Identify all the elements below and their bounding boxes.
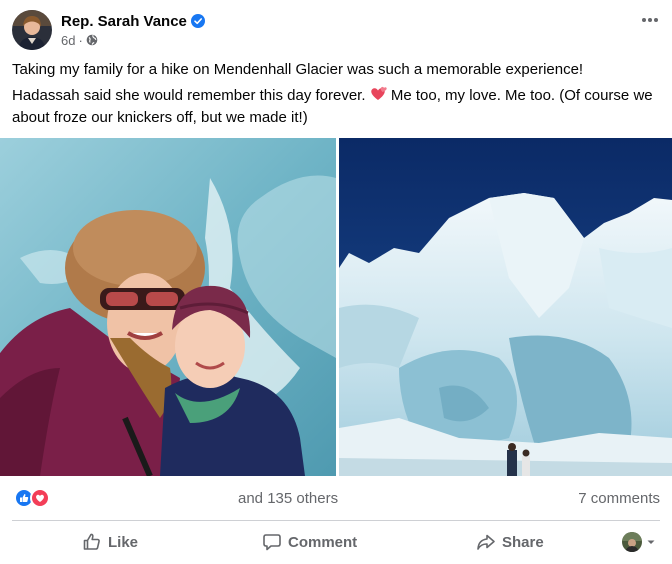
verified-badge-icon [190, 14, 205, 28]
globe-icon[interactable] [86, 34, 98, 46]
photo-glacier[interactable] [339, 138, 672, 476]
speech-bubble-icon [262, 532, 282, 552]
like-label: Like [108, 533, 139, 551]
post-subline: 6d · [61, 33, 205, 48]
reaction-icons[interactable] [14, 488, 50, 508]
more-options-icon[interactable] [640, 10, 660, 30]
action-bar: Like Comment Share [12, 524, 660, 560]
comment-count[interactable]: 7 comments [578, 490, 660, 507]
share-label: Share [502, 533, 544, 551]
chevron-down-icon [646, 537, 656, 547]
photo-grid [0, 138, 672, 476]
post-meta: Rep. Sarah Vance 6d · [61, 10, 205, 50]
divider [12, 520, 660, 521]
reactions-bar: and 135 others 7 comments [14, 486, 660, 510]
like-button[interactable]: Like [82, 525, 138, 559]
facebook-post: Rep. Sarah Vance 6d · Taking my family f… [0, 0, 672, 564]
post-timestamp[interactable]: 6d [61, 33, 75, 48]
author-row: Rep. Sarah Vance [61, 13, 205, 30]
share-button[interactable]: Share [476, 525, 544, 559]
photo-selfie[interactable] [0, 138, 336, 476]
post-text-span: Hadassah said she would remember this da… [12, 87, 366, 104]
profile-avatar [622, 532, 642, 552]
comment-button[interactable]: Comment [262, 525, 357, 559]
love-reaction-icon [30, 488, 50, 508]
post-text: Taking my family for a hike on Mendenhal… [12, 60, 660, 134]
thumbs-up-icon [82, 532, 102, 552]
two-hearts-emoji-icon [370, 86, 387, 108]
author-avatar[interactable] [12, 10, 52, 50]
share-arrow-icon [476, 532, 496, 552]
post-header: Rep. Sarah Vance 6d · [12, 10, 660, 50]
post-paragraph: Taking my family for a hike on Mendenhal… [12, 61, 584, 78]
reaction-count[interactable]: and 135 others [238, 490, 338, 507]
react-as-selector[interactable] [622, 525, 656, 559]
separator-dot: · [78, 32, 83, 48]
comment-label: Comment [288, 533, 358, 551]
author-name[interactable]: Rep. Sarah Vance [61, 13, 187, 30]
post-paragraph: Hadassah said she would remember this da… [12, 86, 660, 128]
